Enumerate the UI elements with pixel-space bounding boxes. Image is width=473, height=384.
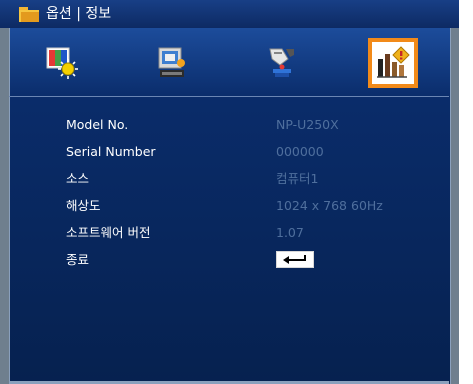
info-row-software-version: 소프트웨어 버전 1.07: [66, 222, 406, 244]
info-row-model: Model No. NP-U250X: [66, 114, 406, 136]
info-row-source: 소스 컴퓨터1: [66, 168, 406, 190]
enter-return-icon: [283, 255, 306, 264]
source-label: 소스: [66, 171, 90, 186]
model-label: Model No.: [66, 117, 129, 132]
model-value: NP-U250X: [276, 117, 339, 132]
window-title: 옵션 | 정보: [46, 6, 112, 22]
resolution-label: 해상도: [66, 198, 101, 213]
menu-tab-bar: [9, 28, 449, 97]
exit-button[interactable]: [276, 251, 314, 268]
image-settings-icon: [46, 47, 78, 79]
information-icon: [377, 46, 410, 78]
source-value: 컴퓨터1: [276, 171, 319, 186]
tab-image[interactable]: [37, 38, 87, 88]
folder-icon: [18, 4, 40, 24]
info-row-serial: Serial Number 000000: [66, 141, 406, 163]
software-version-label: 소프트웨어 버전: [66, 225, 151, 240]
info-row-exit[interactable]: 종료: [66, 249, 406, 271]
title-bar: 옵션 | 정보: [0, 0, 459, 28]
tab-information[interactable]: [368, 38, 418, 88]
exit-label: 종료: [66, 252, 90, 267]
serial-value: 000000: [276, 144, 324, 159]
serial-label: Serial Number: [66, 144, 156, 159]
tab-display[interactable]: [147, 38, 197, 88]
display-settings-icon: [158, 47, 185, 77]
resolution-value: 1024 x 768 60Hz: [276, 198, 383, 213]
tab-setup[interactable]: [257, 38, 307, 88]
info-row-resolution: 해상도 1024 x 768 60Hz: [66, 195, 406, 217]
osd-frame: 옵션 | 정보 Model No. NP-U250X Serial Number…: [0, 0, 459, 384]
setup-icon: [269, 48, 294, 77]
software-version-value: 1.07: [276, 225, 304, 240]
